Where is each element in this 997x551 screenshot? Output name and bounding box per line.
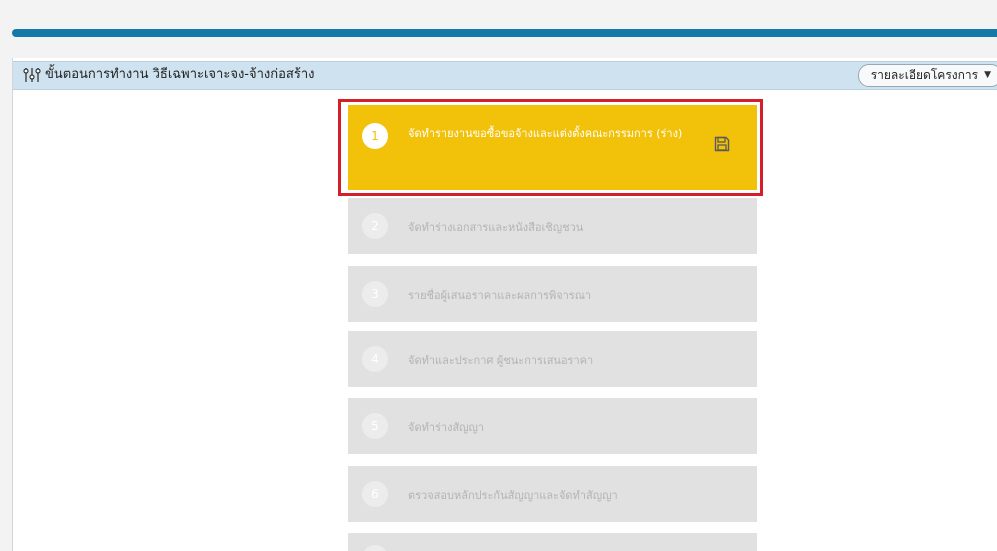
page: ขั้นตอนการทำงาน วิธีเฉพาะเจาะจง-จ้างก่อส…: [0, 0, 997, 551]
step-1[interactable]: 1 จัดทำรายงานขอซื้อขอจ้างและแต่งตั้งคณะก…: [348, 105, 757, 190]
step-number: 2: [362, 213, 388, 239]
step-5[interactable]: 5 จัดทำร่างสัญญา: [348, 398, 757, 454]
step-number: 5: [362, 413, 388, 439]
workflow-panel: ขั้นตอนการทำงาน วิธีเฉพาะเจาะจง-จ้างก่อส…: [12, 58, 997, 551]
step-2[interactable]: 2 จัดทำร่างเอกสารและหนังสือเชิญชวน: [348, 198, 757, 254]
step-number: 4: [362, 346, 388, 372]
project-details-button[interactable]: รายละเอียดโครงการ ▼: [857, 64, 997, 87]
save-icon[interactable]: [713, 135, 731, 153]
step-label: จัดทำร่างสัญญา: [408, 421, 485, 434]
step-4[interactable]: 4 จัดทำและประกาศ ผู้ชนะการเสนอราคา: [348, 331, 757, 387]
panel-header: ขั้นตอนการทำงาน วิธีเฉพาะเจาะจง-จ้างก่อส…: [13, 61, 997, 90]
step-label: จัดทำรายงานขอซื้อขอจ้างและแต่งตั้งคณะกรร…: [408, 127, 683, 140]
step-label: จัดทำร่างเอกสารและหนังสือเชิญชวน: [408, 221, 584, 234]
step-7[interactable]: 7: [348, 533, 757, 551]
step-number: 7: [362, 545, 388, 551]
step-label: ตรวจสอบหลักประกันสัญญาและจัดทำสัญญา: [408, 489, 618, 502]
top-accent-bar: [12, 29, 997, 37]
caret-down-icon: ▼: [984, 70, 991, 80]
step-number: 6: [362, 481, 388, 507]
step-number: 3: [362, 281, 388, 307]
step-6[interactable]: 6 ตรวจสอบหลักประกันสัญญาและจัดทำสัญญา: [348, 466, 757, 522]
sliders-icon: [23, 68, 41, 82]
step-label: จัดทำและประกาศ ผู้ชนะการเสนอราคา: [408, 354, 594, 367]
project-details-label: รายละเอียดโครงการ: [870, 68, 979, 82]
step-label: รายชื่อผู้เสนอราคาและผลการพิจารณา: [408, 289, 592, 302]
step-3[interactable]: 3 รายชื่อผู้เสนอราคาและผลการพิจารณา: [348, 266, 757, 322]
panel-title: ขั้นตอนการทำงาน วิธีเฉพาะเจาะจง-จ้างก่อส…: [45, 67, 315, 82]
step-number: 1: [362, 123, 388, 149]
